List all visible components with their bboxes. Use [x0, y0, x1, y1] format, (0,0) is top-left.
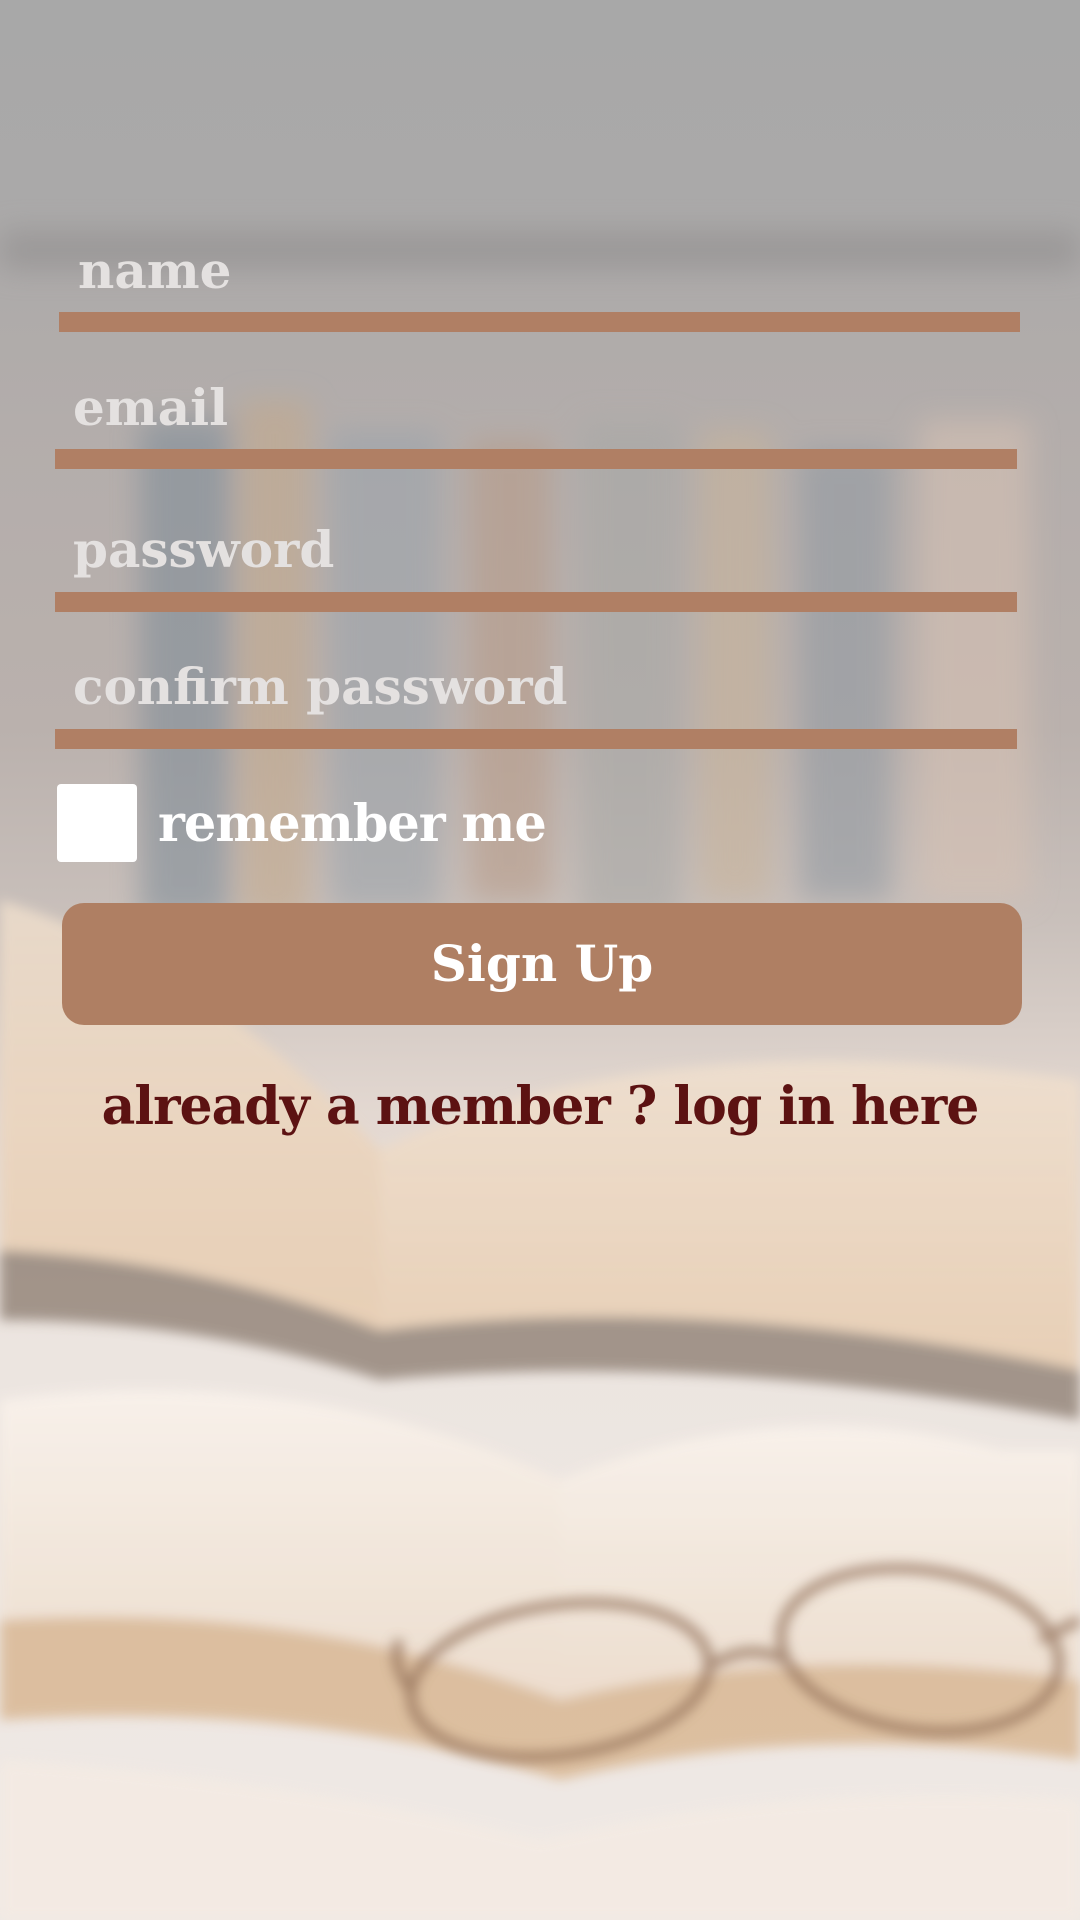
remember-me-label[interactable]: remember me	[158, 792, 547, 856]
name-underline	[59, 312, 1020, 332]
email-underline	[55, 449, 1017, 469]
confirm-password-underline	[55, 729, 1017, 749]
confirm-password-input[interactable]	[73, 652, 1003, 722]
sign-up-button[interactable]: Sign Up	[62, 903, 1022, 1025]
name-input[interactable]	[78, 236, 1008, 306]
password-input[interactable]	[73, 515, 1003, 585]
email-input[interactable]	[73, 373, 1003, 443]
remember-me-checkbox[interactable]	[57, 784, 137, 862]
password-underline	[55, 592, 1017, 612]
login-link[interactable]: already a member ? log in here	[0, 1070, 1080, 1144]
